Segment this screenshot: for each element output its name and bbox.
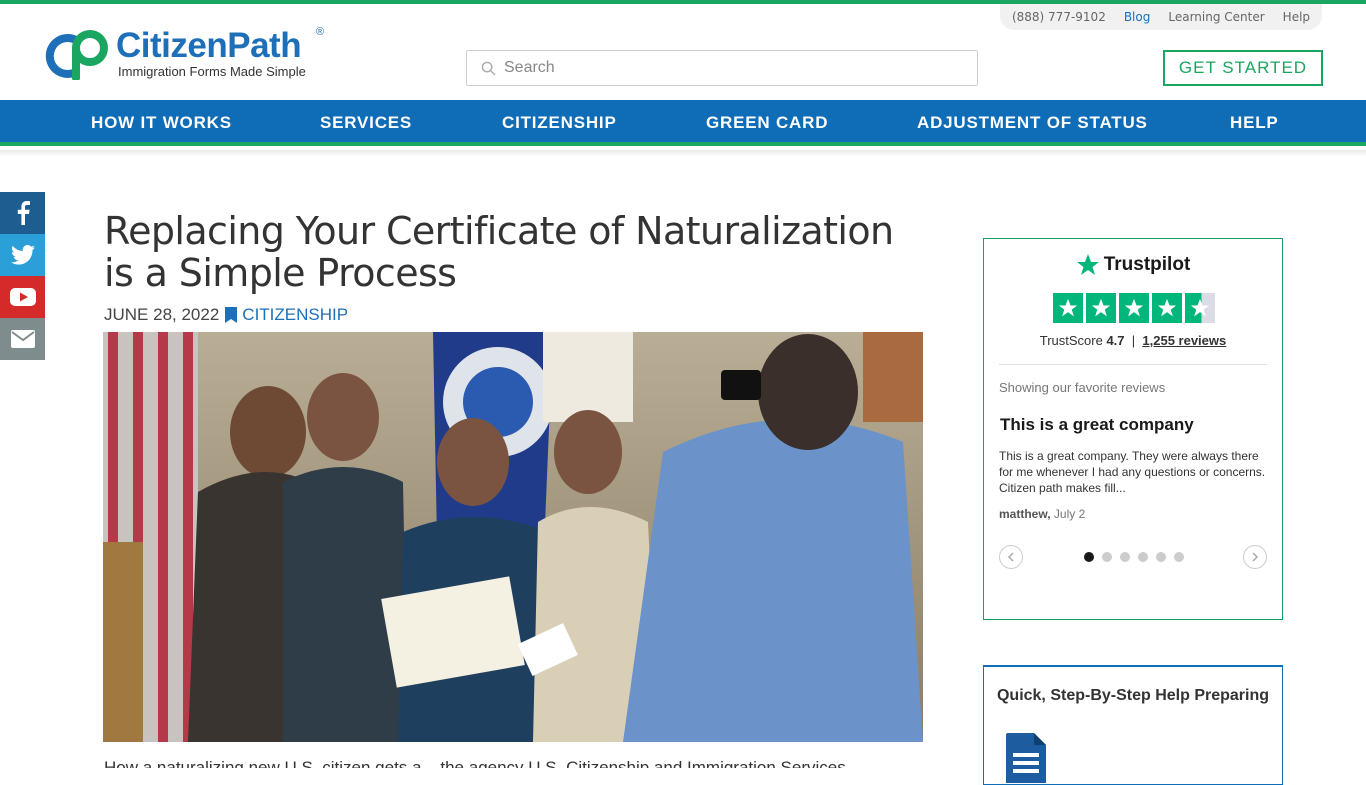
logo-tagline: Immigration Forms Made Simple [118,64,306,79]
blog-link[interactable]: Blog [1124,10,1151,24]
help-preparing-card: Quick, Step-By-Step Help Preparing [983,665,1283,785]
trustscore-value: 4.7 [1106,333,1125,348]
article-meta: JUNE 28, 2022 CITIZENSHIP [104,305,348,325]
learning-center-link[interactable]: Learning Center [1168,10,1264,24]
get-started-button[interactable]: GET STARTED [1163,50,1323,86]
showing-favorite-reviews: Showing our favorite reviews [999,380,1166,395]
twitter-share-button[interactable] [0,234,45,276]
review-body: This is a great company. They were alway… [999,449,1266,495]
trustpilot-rating-stars [1053,293,1215,323]
review-date: July 2 [1053,507,1086,521]
trustscore-separator: | [1131,333,1136,348]
carousel-dot-3[interactable] [1120,552,1130,562]
star-icon [1124,298,1144,317]
carousel-dot-4[interactable] [1138,552,1148,562]
carousel-dot-6[interactable] [1174,552,1184,562]
rating-star-5 [1185,293,1215,323]
search-icon [481,61,496,76]
email-icon [10,330,35,348]
utility-bar: (888) 777-9102 Blog Learning Center Help [1000,4,1322,30]
article-category-label: CITIZENSHIP [242,305,349,324]
carousel-dot-1[interactable] [1084,552,1094,562]
help-link[interactable]: Help [1283,10,1310,24]
document-icon [1006,733,1046,783]
nav-shadow [0,150,1366,156]
chevron-left-icon [1007,552,1014,562]
nav-green-card[interactable]: GREEN CARD [706,113,828,133]
review-author: matthew, [999,507,1051,521]
trustpilot-brand: Trustpilot [1103,254,1191,275]
nav-help[interactable]: HELP [1230,113,1279,133]
citizenpath-logo[interactable]: CitizenPath ® Immigration Forms Made Sim… [44,26,334,82]
rating-star-1 [1053,293,1083,323]
review-author-line: matthew, July 2 [999,507,1085,521]
trustscore-line: TrustScore 4.7 | 1,255 reviews [984,333,1282,348]
carousel-next-button[interactable] [1243,545,1267,569]
phone-link[interactable]: (888) 777-9102 [1012,10,1106,24]
article-body-start: How a naturalizing new U.S. citizen gets… [104,758,846,768]
help-card-heading: Quick, Step-By-Step Help Preparing [996,687,1270,704]
chevron-right-icon [1252,552,1259,562]
nav-adjustment-of-status[interactable]: ADJUSTMENT OF STATUS [917,113,1148,133]
trustpilot-widget: Trustpilot TrustScore 4.7 | 1,255 review… [983,238,1283,620]
main-nav: HOW IT WORKS SERVICES CITIZENSHIP GREEN … [0,100,1366,146]
nav-how-it-works[interactable]: HOW IT WORKS [91,113,232,133]
rating-star-2 [1086,293,1116,323]
hero-photo [103,332,923,742]
nav-services[interactable]: SERVICES [320,113,412,133]
star-icon [1157,298,1177,317]
carousel-dots [1084,552,1184,562]
twitter-icon [10,245,35,265]
trustpilot-star-icon [1076,254,1099,275]
star-icon [1091,298,1111,317]
youtube-icon [9,288,36,306]
carousel-dot-2[interactable] [1102,552,1112,562]
rating-star-3 [1119,293,1149,323]
logo-mark-icon [45,30,108,80]
carousel-prev-button[interactable] [999,545,1023,569]
search-box[interactable] [466,50,978,86]
naturalization-ceremony-photo [103,332,923,742]
review-title[interactable]: This is a great company [1000,415,1194,435]
trustpilot-divider [999,364,1267,365]
article-category[interactable]: CITIZENSHIP [225,305,348,325]
reviews-count-link[interactable]: 1,255 reviews [1142,333,1226,348]
star-icon [1058,298,1078,317]
carousel-dot-5[interactable] [1156,552,1166,562]
social-share-bar [0,192,45,360]
facebook-share-button[interactable] [0,192,45,234]
star-icon [1190,298,1210,317]
facebook-icon [17,201,30,225]
logo-registered: ® [316,26,325,38]
article-date: JUNE 28, 2022 [104,305,220,324]
trustscore-label: TrustScore [1039,333,1103,348]
trustpilot-header[interactable]: Trustpilot [984,253,1282,277]
bookmark-icon [225,307,238,323]
youtube-share-button[interactable] [0,276,45,318]
article-title: Replacing Your Certificate of Naturaliza… [104,209,894,295]
rating-star-4 [1152,293,1182,323]
nav-citizenship[interactable]: CITIZENSHIP [502,113,617,133]
email-share-button[interactable] [0,318,45,360]
logo-wordmark: CitizenPath [116,26,302,65]
search-input[interactable] [504,59,964,77]
